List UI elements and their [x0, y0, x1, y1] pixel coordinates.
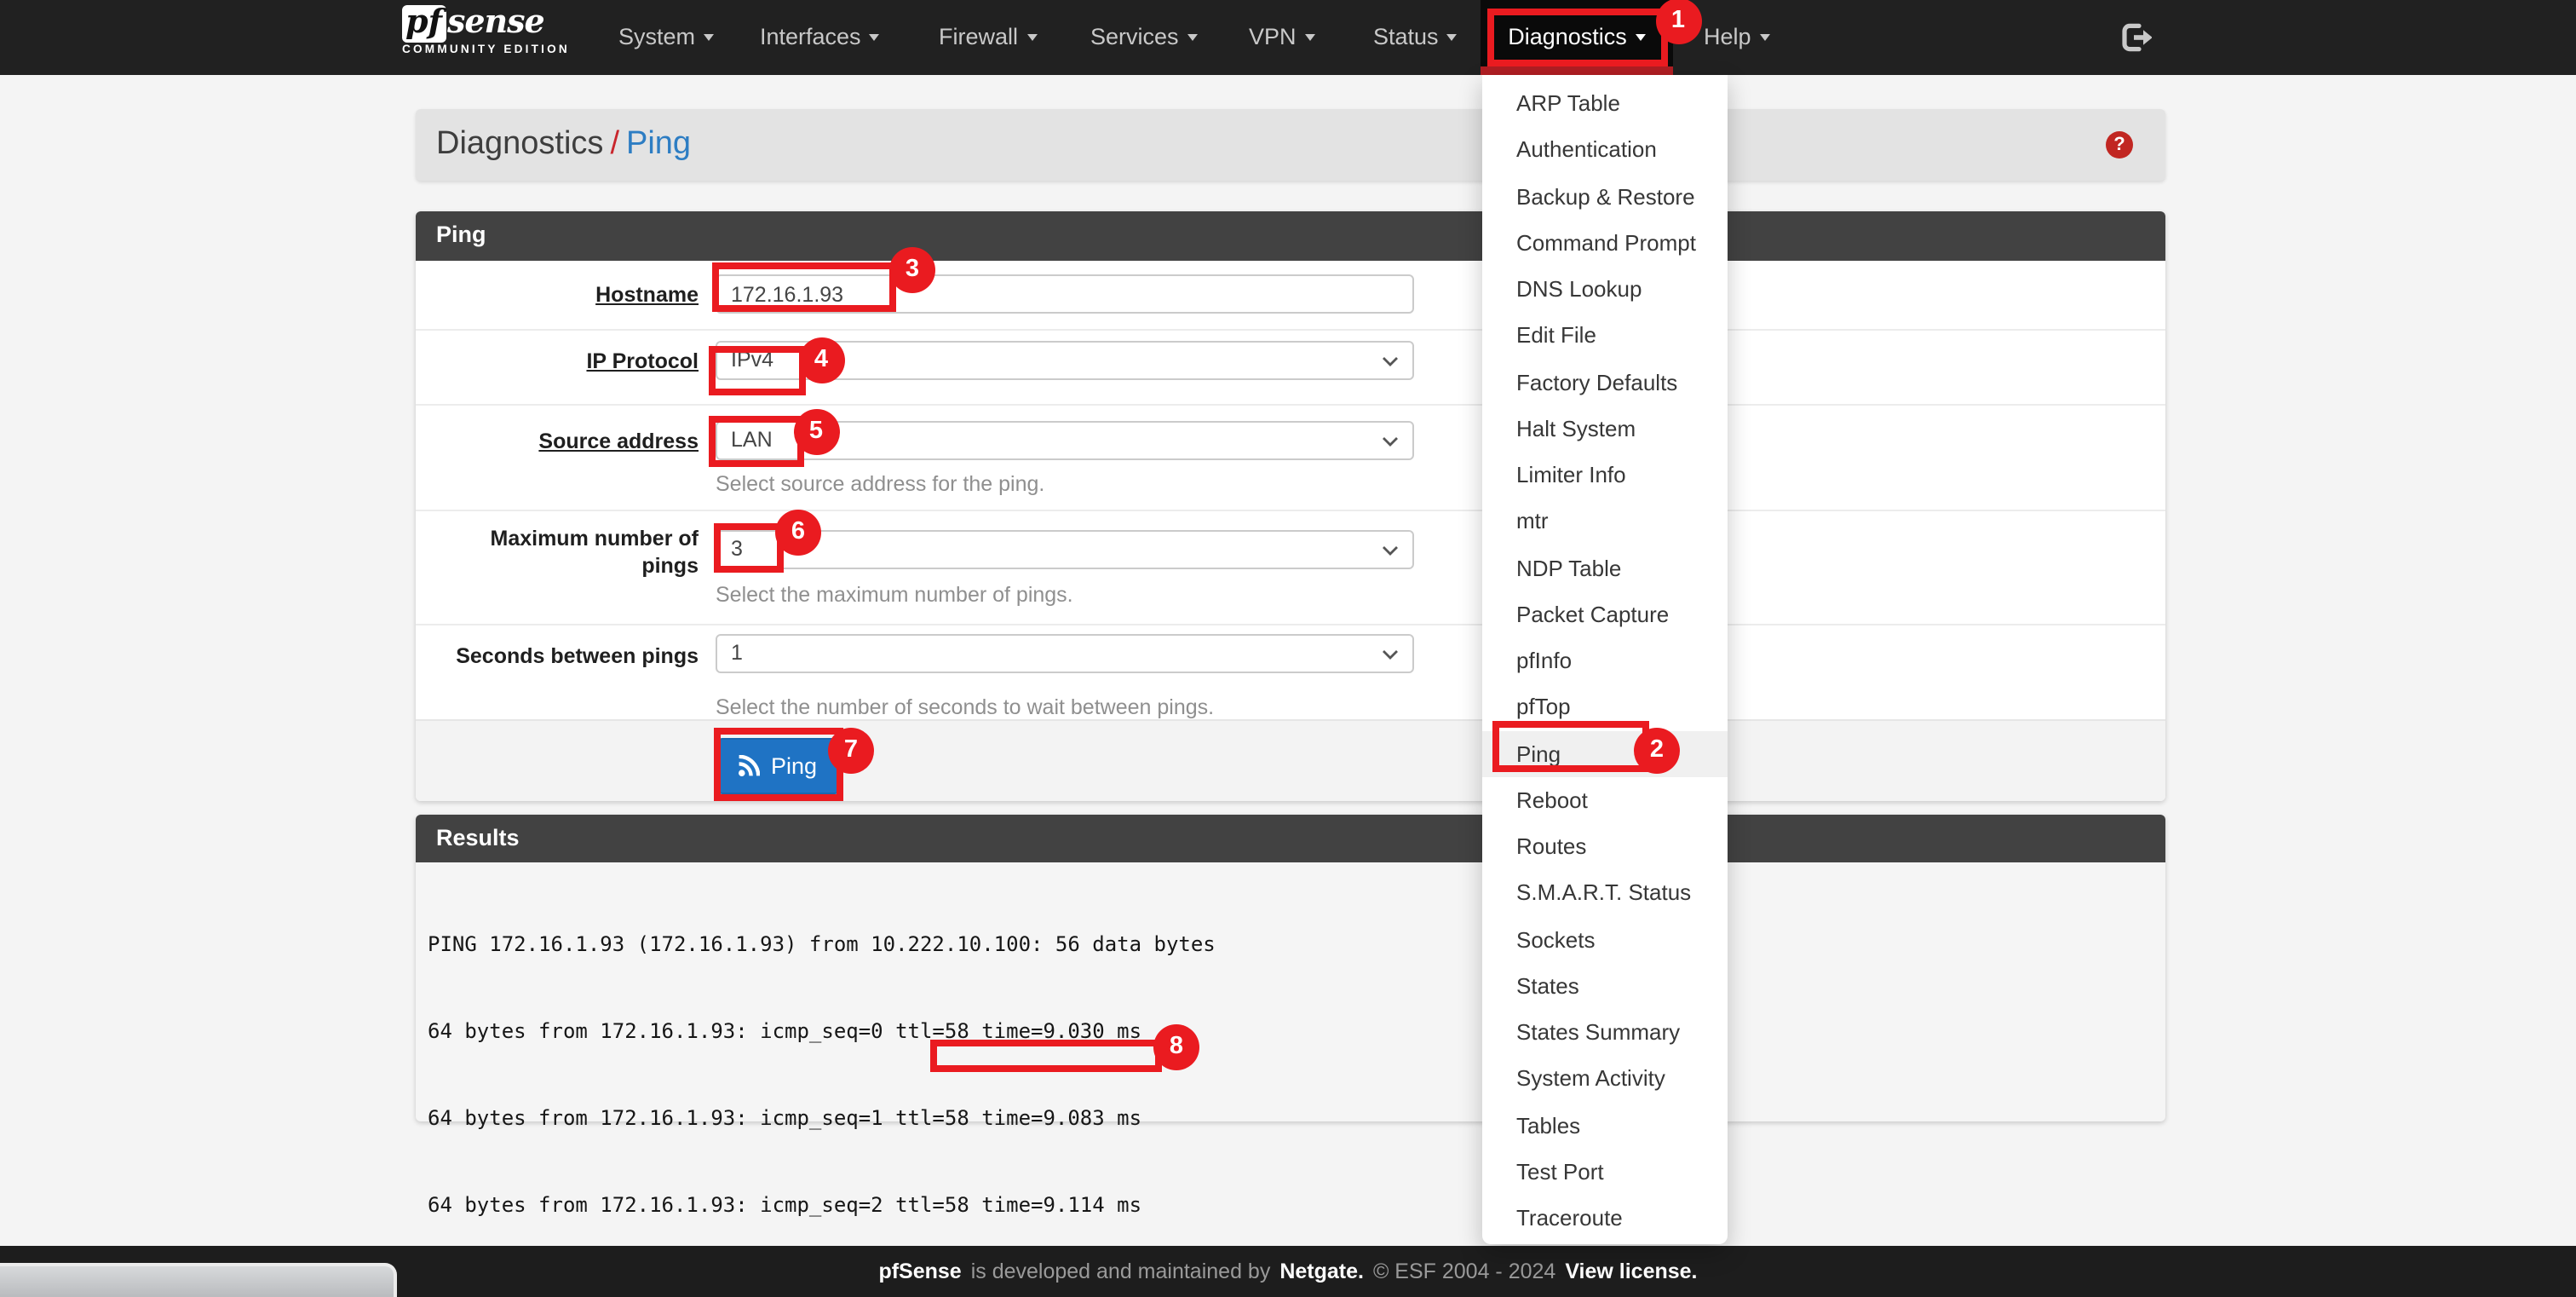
menu-item-ndp-table[interactable]: NDP Table — [1482, 545, 1727, 591]
hostname-input[interactable] — [716, 274, 1414, 314]
max-pings-select[interactable]: 3 — [716, 530, 1414, 569]
breadcrumb-section: Diagnostics — [436, 126, 604, 162]
nav-item-vpn[interactable]: VPN — [1227, 0, 1337, 75]
menu-item-pfinfo[interactable]: pfInfo — [1482, 637, 1727, 684]
ping-form-panel: Ping Hostname IP Protocol IPv4 Source ad… — [416, 211, 2165, 801]
ping-output: PING 172.16.1.93 (172.16.1.93) from 10.2… — [428, 872, 1216, 1297]
max-pings-help: Select the maximum number of pings. — [716, 583, 1073, 607]
menu-item-dns-lookup[interactable]: DNS Lookup — [1482, 266, 1727, 313]
footer-brand: pfSense — [878, 1260, 962, 1283]
chevron-down-icon — [1383, 546, 1398, 556]
logo-edition-label: COMMUNITY EDITION — [402, 44, 570, 56]
sign-out-icon[interactable] — [2118, 20, 2153, 55]
row-divider — [416, 403, 2165, 405]
ping-output-line: 64 bytes from 172.16.1.93: icmp_seq=1 tt… — [428, 1105, 1142, 1129]
seconds-between-pings-select[interactable]: 1 — [716, 634, 1414, 673]
caret-down-icon — [869, 34, 880, 41]
ip-protocol-label: IP Protocol — [586, 349, 699, 373]
ping-panel-title: Ping — [416, 211, 2165, 260]
row-divider — [416, 509, 2165, 510]
page-help-icon[interactable]: ? — [2106, 131, 2133, 159]
caret-down-icon — [1759, 34, 1770, 41]
menu-item-states[interactable]: States — [1482, 963, 1727, 1010]
ping-submit-button[interactable]: Ping — [716, 738, 839, 794]
caret-down-icon — [1304, 34, 1315, 41]
source-address-label: Source address — [538, 429, 699, 453]
menu-item-limiter-info[interactable]: Limiter Info — [1482, 452, 1727, 499]
nav-item-help[interactable]: Help — [1682, 0, 1792, 75]
footer-netgate-link[interactable]: Netgate. — [1279, 1260, 1364, 1283]
breadcrumb: Diagnostics / Ping — [436, 109, 691, 181]
nav-item-status[interactable]: Status — [1351, 0, 1480, 75]
chevron-down-icon — [1383, 437, 1398, 447]
menu-item-mtr[interactable]: mtr — [1482, 499, 1727, 545]
row-divider — [416, 328, 2165, 330]
menu-item-halt-system[interactable]: Halt System — [1482, 406, 1727, 453]
breadcrumb-bar: Diagnostics / Ping ? — [416, 109, 2165, 181]
footer-text: is developed and maintained by — [970, 1260, 1271, 1283]
pfsense-logo-text: pf sense — [402, 5, 570, 43]
nav-item-interfaces[interactable]: Interfaces — [738, 0, 902, 75]
menu-item-packet-capture[interactable]: Packet Capture — [1482, 591, 1727, 638]
menu-item-arp-table[interactable]: ARP Table — [1482, 80, 1727, 127]
menu-item-test-port[interactable]: Test Port — [1482, 1149, 1727, 1196]
menu-item-command-prompt[interactable]: Command Prompt — [1482, 220, 1727, 267]
menu-item-smart-status[interactable]: S.M.A.R.T. Status — [1482, 870, 1727, 917]
source-address-select[interactable]: LAN — [716, 421, 1414, 460]
menu-item-factory-defaults[interactable]: Factory Defaults — [1482, 359, 1727, 406]
chevron-down-icon — [1383, 357, 1398, 366]
menu-item-routes[interactable]: Routes — [1482, 823, 1727, 870]
caret-down-icon — [1635, 34, 1646, 41]
menu-item-tables[interactable]: Tables — [1482, 1102, 1727, 1149]
ip-protocol-select[interactable]: IPv4 — [716, 341, 1414, 380]
top-navbar: pf sense COMMUNITY EDITION System Interfa… — [0, 0, 2576, 75]
menu-item-authentication[interactable]: Authentication — [1482, 127, 1727, 174]
menu-item-pftop[interactable]: pfTop — [1482, 684, 1727, 731]
menu-item-system-activity[interactable]: System Activity — [1482, 1056, 1727, 1103]
chevron-down-icon — [1383, 650, 1398, 660]
menu-item-states-summary[interactable]: States Summary — [1482, 1009, 1727, 1056]
row-divider — [416, 624, 2165, 625]
source-address-help: Select source address for the ping. — [716, 472, 1045, 496]
diagnostics-dropdown-menu: ARP Table Authentication Backup & Restor… — [1482, 75, 1727, 1245]
ping-output-line: 64 bytes from 172.16.1.93: icmp_seq=2 tt… — [428, 1192, 1142, 1216]
caret-down-icon — [704, 34, 715, 41]
footer-license-link[interactable]: View license. — [1565, 1260, 1697, 1283]
ping-output-line: PING 172.16.1.93 (172.16.1.93) from 10.2… — [428, 931, 1216, 955]
breadcrumb-page-link[interactable]: Ping — [626, 126, 691, 162]
hostname-label: Hostname — [595, 283, 699, 307]
seconds-between-pings-help: Select the number of seconds to wait bet… — [716, 695, 1215, 719]
browser-overlay-artifact — [0, 1263, 397, 1297]
rss-icon — [739, 755, 761, 776]
menu-item-ping[interactable]: Ping — [1482, 730, 1727, 777]
nav-item-services[interactable]: Services — [1068, 0, 1220, 75]
caret-down-icon — [1187, 34, 1198, 41]
pfsense-logo[interactable]: pf sense COMMUNITY EDITION — [402, 5, 570, 58]
breadcrumb-divider: / — [610, 126, 619, 162]
caret-down-icon — [1026, 34, 1038, 41]
ping-output-line: 64 bytes from 172.16.1.93: icmp_seq=0 tt… — [428, 1018, 1142, 1042]
nav-item-system[interactable]: System — [596, 0, 736, 75]
menu-item-backup-restore[interactable]: Backup & Restore — [1482, 173, 1727, 220]
logo-pf-mark: pf — [402, 5, 447, 43]
footer-copyright: © ESF 2004 - 2024 — [1372, 1260, 1556, 1283]
form-footer: Ping — [416, 718, 2165, 801]
max-pings-label: Maximum number of pings — [490, 527, 699, 578]
nav-item-firewall[interactable]: Firewall — [917, 0, 1059, 75]
nav-item-diagnostics[interactable]: Diagnostics — [1481, 0, 1673, 75]
seconds-between-pings-label: Seconds between pings — [456, 644, 699, 668]
menu-item-sockets[interactable]: Sockets — [1482, 916, 1727, 963]
results-panel-title: Results — [416, 814, 2165, 862]
caret-down-icon — [1446, 34, 1458, 41]
menu-item-reboot[interactable]: Reboot — [1482, 777, 1727, 824]
menu-item-edit-file[interactable]: Edit File — [1482, 313, 1727, 360]
menu-item-traceroute[interactable]: Traceroute — [1482, 1195, 1727, 1242]
pfsense-app: pf sense COMMUNITY EDITION System Interfa… — [0, 0, 2576, 1297]
results-panel: Results PING 172.16.1.93 (172.16.1.93) f… — [416, 814, 2165, 1216]
